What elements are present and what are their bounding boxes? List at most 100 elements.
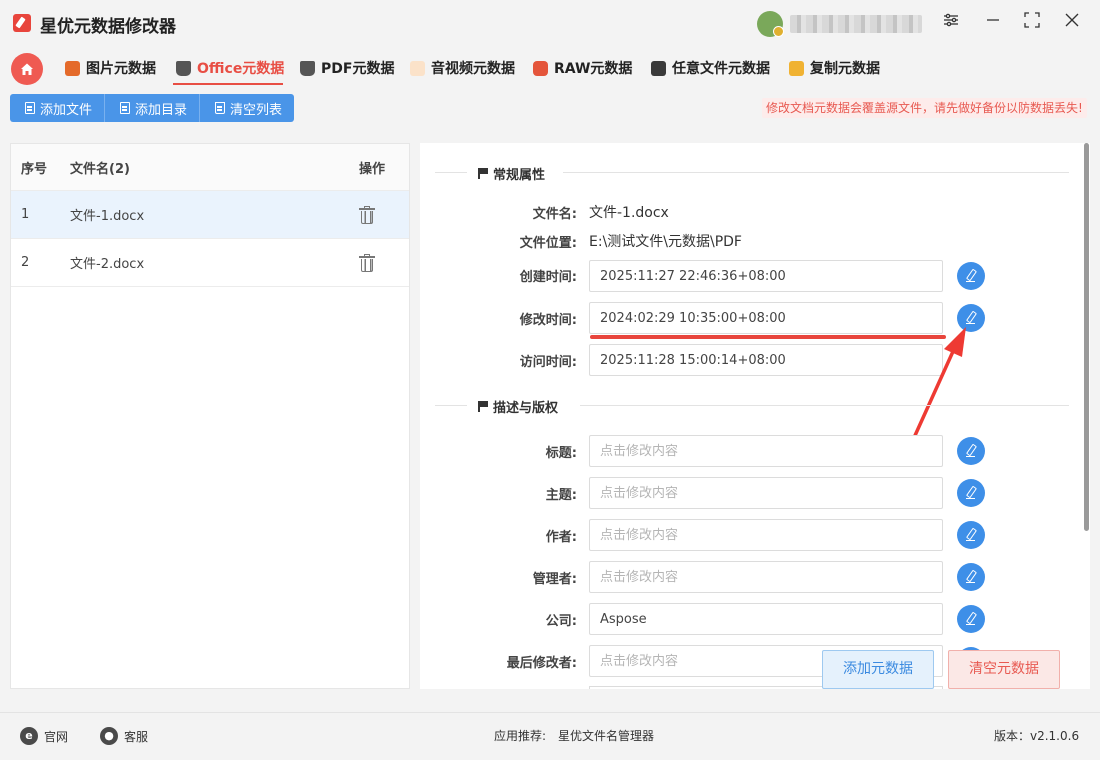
row-filename: 文件-2.docx [70, 257, 145, 272]
title-bar: 星优元数据修改器 [0, 0, 1100, 46]
overwrite-warning: 修改文档元数据会覆盖源文件，请先做好备份以防数据丢失! [762, 98, 1087, 118]
author-input[interactable] [589, 519, 943, 551]
edit-created-time-button[interactable] [957, 262, 985, 290]
tab-any-file-metadata[interactable]: 任意文件元数据 [651, 55, 770, 81]
header-filename: 文件名(2) [70, 161, 130, 177]
media-icon [410, 60, 425, 76]
image-icon [65, 60, 80, 76]
section-general-label: 常规属性 [493, 168, 546, 183]
add-metadata-button[interactable]: 添加元数据 [822, 650, 934, 689]
trash-icon [215, 102, 226, 114]
home-icon [21, 63, 33, 75]
support-link[interactable]: ● 客服 [100, 727, 148, 745]
delete-icon[interactable] [359, 191, 375, 238]
filename-label: 文件名: [532, 207, 577, 222]
manager-input[interactable] [589, 561, 943, 593]
clear-list-label: 清空列表 [230, 102, 283, 118]
active-tab-indicator [173, 83, 283, 85]
website-link[interactable]: e 官网 [20, 727, 68, 745]
title-label: 标题: [545, 446, 577, 461]
raw-icon [533, 60, 548, 76]
tab-image-metadata[interactable]: 图片元数据 [65, 55, 156, 81]
accessed-time-input[interactable] [589, 344, 943, 376]
edit-author-button[interactable] [957, 521, 985, 549]
highlight-underline [590, 335, 946, 339]
add-file-label: 添加文件 [40, 102, 93, 118]
properties-scrollbar[interactable] [1084, 143, 1089, 531]
app-logo-icon [13, 14, 31, 32]
app-title: 星优元数据修改器 [40, 17, 176, 37]
delete-icon[interactable] [359, 239, 375, 286]
minimize-icon[interactable] [982, 12, 1004, 34]
section-divider [435, 405, 467, 406]
clear-list-button[interactable]: 清空列表 [200, 94, 294, 122]
tab-label: RAW元数据 [554, 61, 633, 77]
browser-icon: e [20, 727, 38, 745]
header-num: 序号 [21, 161, 48, 177]
table-row[interactable]: 2 文件-2.docx [11, 239, 409, 287]
version-text: 版本：v2.1.0.6 [994, 729, 1080, 743]
nav-bar: 图片元数据 Office元数据 PDF元数据 音视频元数据 RAW元数据 任意文… [0, 46, 1100, 88]
subject-input[interactable] [589, 477, 943, 509]
copy-icon [789, 60, 804, 76]
settings-icon[interactable] [940, 12, 962, 34]
tab-label: Office元数据 [197, 61, 285, 77]
tab-label: PDF元数据 [321, 61, 395, 77]
section-divider [563, 172, 1069, 173]
clear-metadata-button[interactable]: 清空元数据 [948, 650, 1060, 689]
user-avatar[interactable] [757, 11, 784, 37]
edit-subject-button[interactable] [957, 479, 985, 507]
chat-icon: ● [100, 727, 118, 745]
modified-time-input[interactable] [589, 302, 943, 334]
close-icon[interactable] [1061, 12, 1083, 34]
manager-label: 管理者: [532, 572, 577, 587]
file-table-header: 序号 文件名(2) 操作 [11, 144, 409, 191]
add-file-button[interactable]: 添加文件 [10, 94, 106, 122]
tab-raw-metadata[interactable]: RAW元数据 [533, 55, 632, 81]
file-icon [651, 60, 666, 76]
add-folder-button[interactable]: 添加目录 [105, 94, 201, 122]
file-toolbar: 添加文件 添加目录 清空列表 [10, 94, 295, 122]
row-filename: 文件-1.docx [70, 209, 145, 224]
recommend-app-link[interactable]: 星优文件名管理器 [558, 727, 654, 744]
tab-office-metadata[interactable]: Office元数据 [176, 55, 284, 81]
support-label: 客服 [124, 729, 149, 744]
tab-label: 图片元数据 [86, 61, 156, 77]
edit-company-button[interactable] [957, 605, 985, 633]
edit-title-button[interactable] [957, 437, 985, 465]
recommend-label: 应用推荐: [494, 729, 547, 743]
tab-label: 任意文件元数据 [672, 61, 770, 77]
document-icon [120, 102, 131, 114]
user-name-blurred[interactable] [790, 15, 922, 33]
website-label: 官网 [44, 729, 69, 744]
edit-manager-button[interactable] [957, 563, 985, 591]
filename-value: 文件-1.docx [589, 205, 669, 221]
section-divider [580, 405, 1069, 406]
office-icon [176, 60, 191, 76]
table-row[interactable]: 1 文件-1.docx [11, 191, 409, 239]
home-button[interactable] [11, 53, 43, 85]
accessed-time-label: 访问时间: [519, 355, 577, 370]
maximize-icon[interactable] [1021, 12, 1043, 34]
tab-pdf-metadata[interactable]: PDF元数据 [300, 55, 394, 81]
section-description-label: 描述与版权 [493, 401, 559, 416]
last-modified-by-label: 最后修改者: [506, 656, 577, 671]
created-time-input[interactable] [589, 260, 943, 292]
company-input[interactable] [589, 603, 943, 635]
title-input[interactable] [589, 435, 943, 467]
footer: e 官网 ● 客服 应用推荐: 星优文件名管理器 版本：v2.1.0.6 [0, 712, 1100, 760]
add-folder-label: 添加目录 [135, 102, 188, 118]
document-icon [25, 102, 35, 114]
created-time-label: 创建时间: [519, 270, 577, 285]
tab-media-metadata[interactable]: 音视频元数据 [410, 55, 515, 81]
section-general-title: 常规属性 [478, 164, 545, 183]
tab-copy-metadata[interactable]: 复制元数据 [789, 55, 880, 81]
modified-time-label: 修改时间: [519, 313, 577, 328]
author-label: 作者: [545, 530, 577, 545]
row-num: 1 [21, 207, 30, 222]
file-list-panel: 序号 文件名(2) 操作 1 文件-1.docx 2 文件-2.docx [10, 143, 410, 689]
header-operation: 操作 [359, 161, 386, 177]
location-value: E:\测试文件\元数据\PDF [589, 234, 742, 250]
tab-label: 复制元数据 [810, 61, 880, 77]
pdf-icon [300, 60, 315, 76]
